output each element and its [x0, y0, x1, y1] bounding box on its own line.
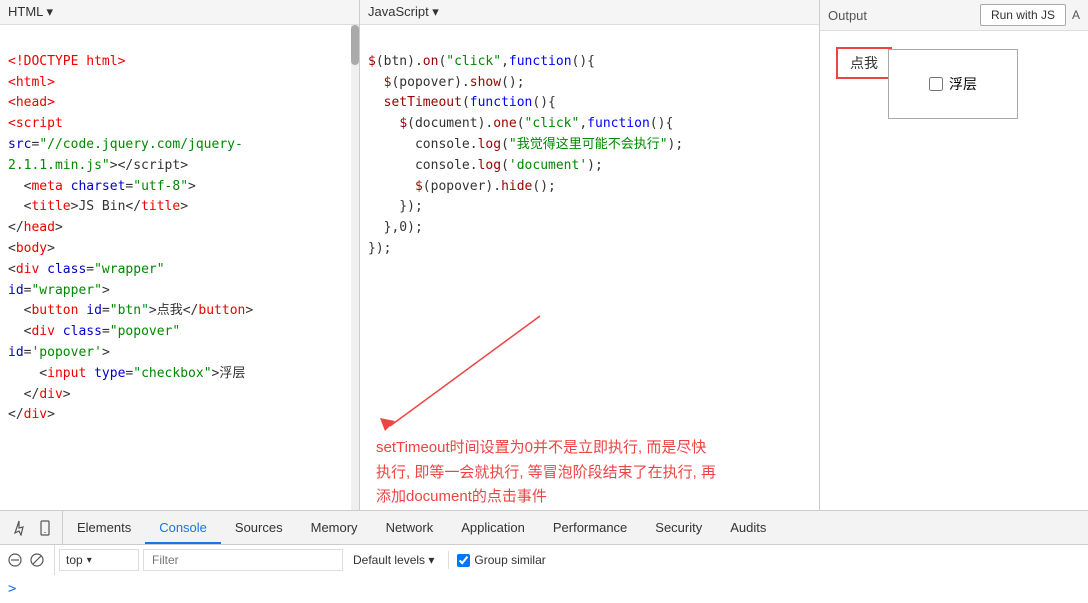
- auto-label: A: [1072, 8, 1080, 22]
- html-panel-header[interactable]: HTML ▾: [0, 0, 359, 25]
- console-prompt-area: >: [0, 575, 1088, 603]
- run-with-js-button[interactable]: Run with JS: [980, 4, 1066, 26]
- output-label: Output: [828, 8, 867, 23]
- code-area: HTML ▾ <!DOCTYPE html> <html> <head> <sc…: [0, 0, 1088, 510]
- tab-console[interactable]: Console: [145, 511, 221, 544]
- js-panel-header[interactable]: JavaScript ▾: [360, 0, 819, 25]
- output-header: Output Run with JS A: [820, 0, 1088, 31]
- separator: [448, 551, 449, 569]
- tab-security[interactable]: Security: [641, 511, 716, 544]
- default-levels-label: Default levels ▾: [353, 553, 434, 567]
- tab-memory[interactable]: Memory: [297, 511, 372, 544]
- filter-input[interactable]: [143, 549, 343, 571]
- main-container: HTML ▾ <!DOCTYPE html> <html> <head> <sc…: [0, 0, 1088, 603]
- group-similar-text: Group similar: [474, 553, 545, 567]
- tab-elements[interactable]: Elements: [63, 511, 145, 544]
- devtools-icon-group: [4, 511, 63, 544]
- top-context-dropdown[interactable]: top ▾: [59, 549, 139, 571]
- js-panel: JavaScript ▾ $(btn).on("click",function(…: [360, 0, 820, 510]
- console-input[interactable]: [20, 582, 1080, 597]
- default-levels-dropdown[interactable]: Default levels ▾: [347, 551, 440, 569]
- tab-audits[interactable]: Audits: [716, 511, 780, 544]
- devtools-console-bar: top ▾ Default levels ▾ Group similar: [0, 545, 1088, 575]
- console-icon-group: [6, 545, 55, 575]
- group-similar-checkbox-label[interactable]: Group similar: [457, 553, 545, 567]
- mobile-icon[interactable]: [36, 519, 54, 537]
- group-similar-checkbox[interactable]: [457, 554, 470, 567]
- html-scroll-container: <!DOCTYPE html> <html> <head> <script sr…: [0, 25, 359, 510]
- output-content: 点我 浮层: [820, 31, 1088, 510]
- clear-console-icon[interactable]: [6, 551, 24, 569]
- demo-area: 点我 浮层: [828, 39, 1080, 87]
- js-scroll-container: $(btn).on("click",function(){ $(popover)…: [360, 25, 819, 426]
- top-context-label: top: [66, 553, 83, 567]
- floating-checkbox[interactable]: [929, 77, 943, 91]
- tab-application[interactable]: Application: [447, 511, 539, 544]
- html-code-content: <!DOCTYPE html> <html> <head> <script sr…: [0, 25, 359, 453]
- js-code-content: $(btn).on("click",function(){ $(popover)…: [360, 25, 819, 287]
- html-scrollbar-thumb[interactable]: [351, 25, 359, 65]
- annotation-text: setTimeout时间设置为0并不是立即执行, 而是尽快 执行, 即等一会就执…: [376, 436, 803, 510]
- tab-performance[interactable]: Performance: [539, 511, 641, 544]
- block-icon[interactable]: [28, 551, 46, 569]
- inspect-icon[interactable]: [12, 519, 30, 537]
- html-scrollbar-track[interactable]: [351, 25, 359, 510]
- devtools-tabs: Elements Console Sources Memory Network …: [0, 511, 1088, 545]
- demo-click-button[interactable]: 点我: [836, 47, 892, 79]
- top-dropdown-arrow: ▾: [87, 555, 92, 566]
- tab-sources[interactable]: Sources: [221, 511, 297, 544]
- devtools-bar: Elements Console Sources Memory Network …: [0, 510, 1088, 603]
- annotation-container: setTimeout时间设置为0并不是立即执行, 而是尽快 执行, 即等一会就执…: [360, 426, 819, 510]
- floating-label: 浮层: [949, 74, 977, 94]
- prompt-arrow: >: [8, 581, 16, 597]
- popover-box: 浮层: [888, 49, 1018, 119]
- html-lang-label: HTML ▾: [8, 4, 53, 20]
- html-panel: HTML ▾ <!DOCTYPE html> <html> <head> <sc…: [0, 0, 360, 510]
- tab-network[interactable]: Network: [372, 511, 448, 544]
- output-panel: Output Run with JS A 点我 浮层: [820, 0, 1088, 510]
- js-lang-label: JavaScript ▾: [368, 4, 439, 20]
